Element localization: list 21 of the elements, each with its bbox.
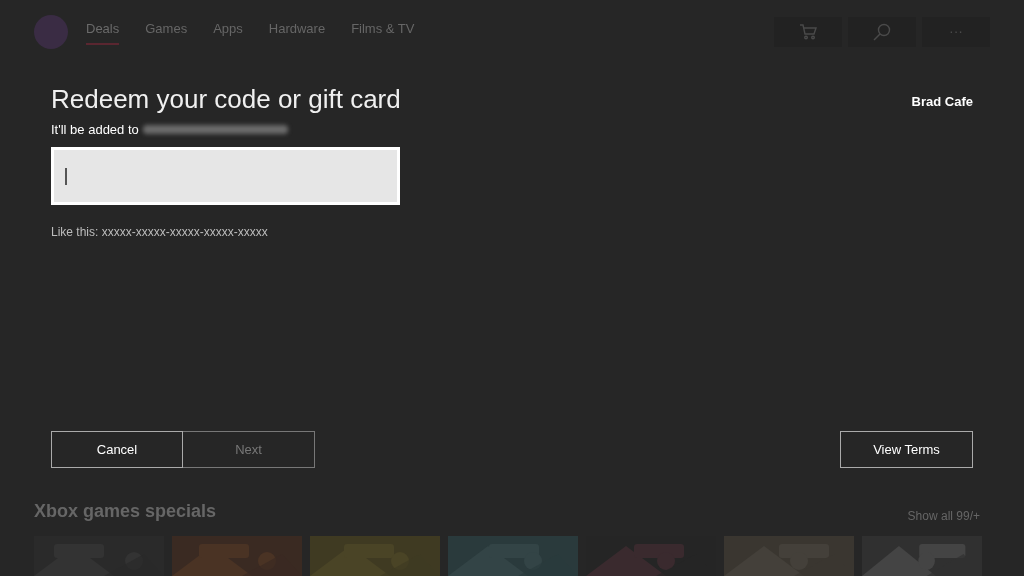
more-button[interactable]: ··· xyxy=(922,16,990,47)
avatar[interactable] xyxy=(34,14,68,49)
account-name: Brad Cafe xyxy=(911,92,973,111)
subtitle: It'll be added to xyxy=(51,120,139,139)
view-terms-button[interactable]: View Terms xyxy=(840,431,973,468)
text-cursor-icon xyxy=(65,167,67,185)
code-field[interactable] xyxy=(51,147,400,205)
show-all-link[interactable]: Show all 99/+ xyxy=(907,507,980,525)
format-hint: Like this: xxxxx-xxxxx-xxxxx-xxxxx-xxxxx xyxy=(51,224,269,241)
search-button[interactable] xyxy=(848,16,916,47)
nav-tab[interactable]: Apps xyxy=(213,19,243,45)
search-icon xyxy=(873,22,891,41)
cancel-button[interactable]: Cancel xyxy=(51,431,183,468)
nav-tab[interactable]: Hardware xyxy=(268,19,326,45)
cart-button[interactable] xyxy=(774,16,842,47)
dialog-title: Redeem your code or gift card xyxy=(51,82,401,116)
nav-tab[interactable]: Games xyxy=(145,19,188,45)
nav-tab[interactable]: Deals xyxy=(86,19,120,45)
cart-icon xyxy=(799,23,817,40)
section-title: Xbox games specials xyxy=(34,500,217,523)
nav-tab[interactable]: Films & TV xyxy=(351,19,415,45)
